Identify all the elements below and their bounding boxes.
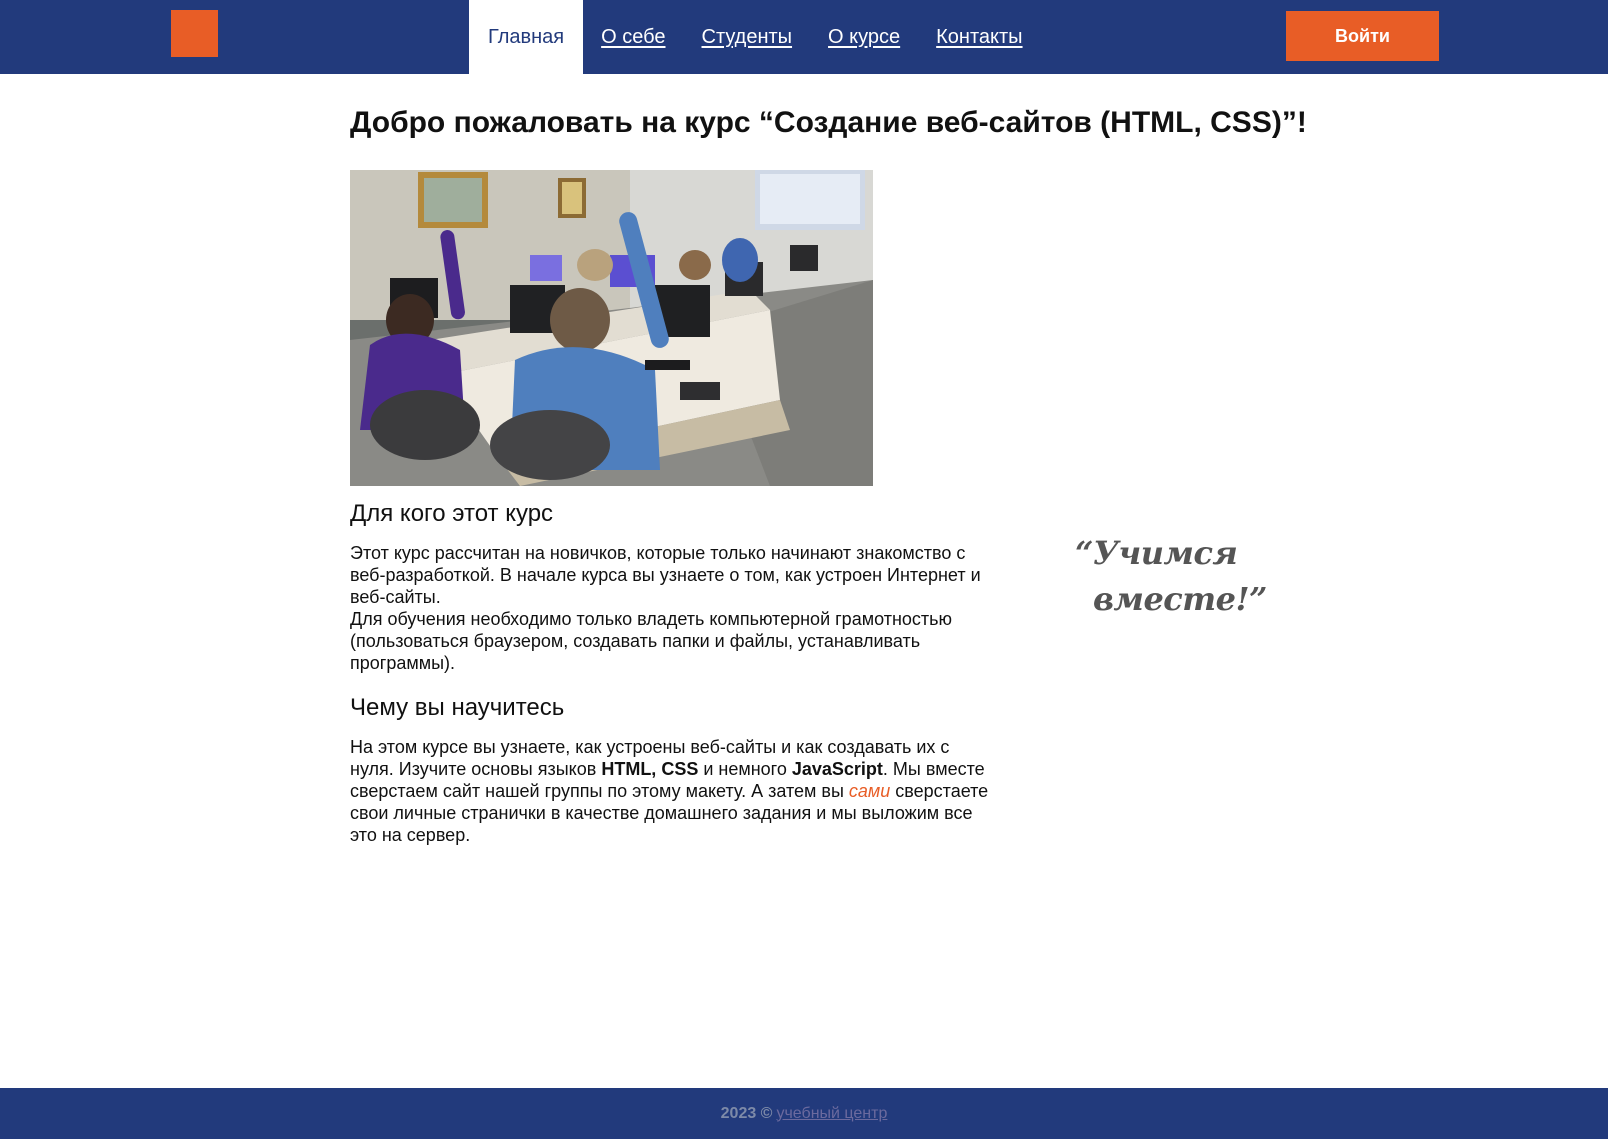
outcomes-bold-html-css: HTML, CSS xyxy=(601,759,699,779)
section-heading-outcomes: Чему вы научитесь xyxy=(350,694,565,721)
outcomes-paragraph: На этом курсе вы узнаете, как устроены в… xyxy=(350,736,990,846)
outcomes-highlight: сами xyxy=(848,781,891,801)
nav-item-about-course[interactable]: О курсе xyxy=(810,0,918,74)
nav-item-about-me[interactable]: О себе xyxy=(583,0,683,74)
site-header: Главная О себе Студенты О курсе Контакты… xyxy=(0,0,1608,74)
nav-item-home[interactable]: Главная xyxy=(469,0,584,74)
motto-line-2: вместе!” xyxy=(1093,580,1267,618)
nav-item-contacts[interactable]: Контакты xyxy=(918,0,1040,74)
outcomes-text-2: и немного xyxy=(698,759,792,779)
course-info: Для кого этот курс Этот курс рассчитан н… xyxy=(350,500,990,846)
main-nav: Главная О себе Студенты О курсе Контакты xyxy=(469,0,1041,74)
nav-item-students[interactable]: Студенты xyxy=(684,0,811,74)
outcomes-bold-javascript: JavaScript xyxy=(791,759,883,779)
audience-paragraph-1: Этот курс рассчитан на новичков, которые… xyxy=(350,543,981,607)
motto-line-1: “Учимся xyxy=(1075,534,1238,572)
page-title: Добро пожаловать на курс “Создание веб-с… xyxy=(350,106,1307,139)
classroom-photo xyxy=(350,170,873,486)
site-footer: 2023 © учебный центр xyxy=(0,1088,1608,1139)
footer-link-training-center[interactable]: учебный центр xyxy=(776,1105,887,1123)
motto-quote: “Учимся вместе!” xyxy=(1075,530,1275,622)
logo[interactable] xyxy=(171,10,218,57)
audience-paragraph-2: Для обучения необходимо только владеть к… xyxy=(350,609,953,673)
classroom-photo-illustration xyxy=(350,170,873,486)
footer-copyright: 2023 © xyxy=(720,1104,773,1122)
login-button[interactable]: Войти xyxy=(1286,11,1439,61)
section-heading-audience: Для кого этот курс xyxy=(350,500,554,527)
